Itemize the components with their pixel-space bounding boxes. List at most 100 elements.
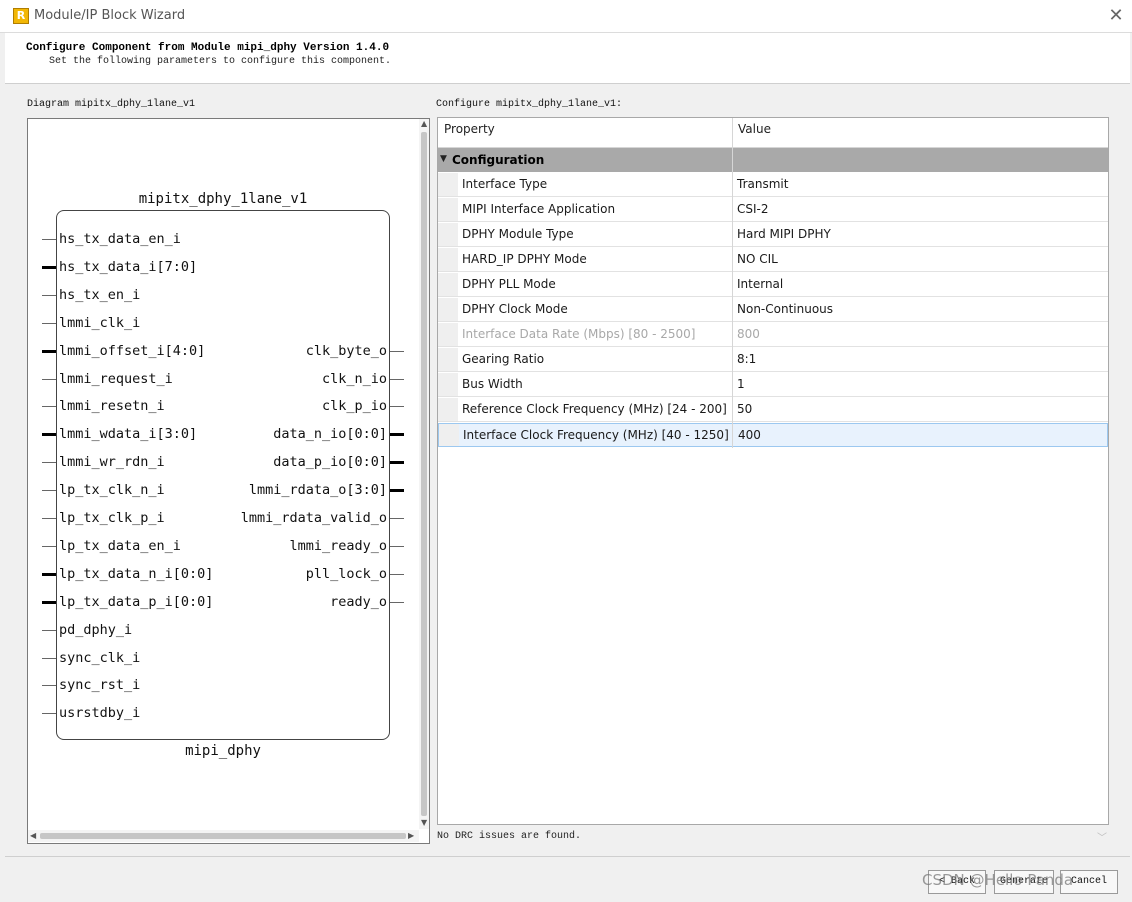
output-port-label: ready_o	[330, 593, 387, 610]
input-port-label: pd_dphy_i	[59, 621, 133, 638]
input-port-label: hs_tx_data_en_i	[59, 231, 181, 247]
drc-status: No DRC issues are found.	[437, 831, 582, 842]
chevron-down-icon[interactable]: ﹀	[1097, 829, 1107, 844]
property-value[interactable]: NO CIL	[737, 252, 778, 266]
input-port-label: lmmi_wdata_i[3:0]	[59, 426, 198, 443]
footer-divider	[5, 856, 1130, 857]
scroll-right-icon[interactable]: ▶	[408, 831, 414, 840]
property-row[interactable]: MIPI Interface Application CSI-2	[438, 198, 1108, 222]
input-port-label: lp_tx_data_p_i[0:0]	[59, 593, 214, 610]
property-row[interactable]: Reference Clock Frequency (MHz) [24 - 20…	[438, 398, 1108, 422]
output-port-label: pll_lock_o	[305, 565, 387, 582]
wizard-header: Configure Component from Module mipi_dph…	[5, 33, 1130, 84]
property-value[interactable]: 400	[738, 428, 761, 442]
port-pin-right	[390, 573, 404, 575]
port-pin-left	[42, 462, 56, 464]
property-row[interactable]: Interface Data Rate (Mbps) [80 - 2500] 80…	[438, 323, 1108, 347]
input-port-label: hs_tx_en_i	[59, 286, 141, 303]
row-gutter	[438, 223, 458, 246]
property-value[interactable]: Internal	[737, 277, 783, 291]
row-gutter	[438, 173, 458, 196]
input-port-label: lmmi_request_i	[59, 370, 173, 387]
property-row[interactable]: DPHY PLL Mode Internal	[438, 273, 1108, 297]
property-row[interactable]: Interface Clock Frequency (MHz) [40 - 12…	[438, 423, 1108, 447]
output-port-label: lmmi_rdata_o[3:0]	[248, 482, 387, 499]
property-name: Interface Data Rate (Mbps) [80 - 2500]	[462, 327, 696, 341]
configure-label: Configure mipitx_dphy_1lane_v1:	[436, 99, 623, 110]
property-row[interactable]: DPHY Clock Mode Non-Continuous	[438, 298, 1108, 322]
property-row[interactable]: Gearing Ratio 8:1	[438, 348, 1108, 372]
property-name: Interface Clock Frequency (MHz) [40 - 12…	[463, 428, 729, 442]
row-gutter	[438, 273, 458, 296]
port-pin-left	[42, 572, 56, 576]
module-name: mipi_dphy	[185, 743, 261, 759]
scroll-left-icon[interactable]: ◀	[30, 831, 36, 840]
horizontal-scroll-thumb[interactable]	[40, 833, 406, 839]
port-pin-left	[42, 265, 56, 269]
port-pin-right	[390, 545, 404, 547]
collapse-triangle-icon[interactable]: ▼	[440, 154, 447, 164]
port-pin-right	[390, 378, 404, 380]
output-port-label: data_n_io[0:0]	[273, 426, 387, 443]
column-divider[interactable]	[732, 118, 733, 448]
input-port-label: lmmi_resetn_i	[59, 398, 165, 415]
watermark: CSDN @Hello Panda	[922, 871, 1074, 889]
row-gutter	[438, 298, 458, 321]
wizard-title: Configure Component from Module mipi_dph…	[26, 42, 390, 54]
property-row[interactable]: DPHY Module Type Hard MIPI DPHY	[438, 223, 1108, 247]
property-value[interactable]: 8:1	[737, 352, 756, 366]
category-label: Configuration	[452, 153, 545, 167]
input-port-label: lmmi_clk_i	[59, 314, 141, 331]
wizard-subtitle: Set the following parameters to configur…	[49, 56, 392, 67]
port-pin-left	[42, 294, 56, 296]
property-value: 800	[737, 327, 760, 341]
input-port-label: sync_clk_i	[59, 649, 141, 666]
property-value[interactable]: Transmit	[737, 177, 788, 191]
property-value[interactable]: Non-Continuous	[737, 302, 833, 316]
port-pin-left	[42, 378, 56, 380]
scroll-down-icon[interactable]: ▼	[421, 818, 427, 827]
row-gutter	[438, 323, 458, 346]
row-gutter	[438, 398, 458, 421]
port-pin-left	[42, 629, 56, 631]
row-gutter	[438, 373, 458, 396]
diagram-label: Diagram mipitx_dphy_1lane_v1	[27, 99, 196, 110]
property-name: HARD_IP DPHY Mode	[462, 252, 587, 266]
port-pin-left	[42, 657, 56, 659]
input-port-label: lp_tx_data_n_i[0:0]	[59, 565, 214, 582]
row-gutter	[438, 348, 458, 371]
port-pin-left	[42, 239, 56, 240]
port-pin-right	[390, 518, 404, 519]
close-icon[interactable]: ✕	[1104, 4, 1128, 28]
property-value[interactable]: CSI-2	[737, 202, 769, 216]
port-pin-left	[42, 349, 56, 353]
port-pin-left	[42, 713, 56, 715]
port-pin-left	[42, 518, 56, 519]
instance-name: mipitx_dphy_1lane_v1	[138, 191, 308, 207]
vertical-scroll-thumb[interactable]	[421, 132, 427, 816]
input-port-label: lp_tx_data_en_i	[59, 537, 181, 554]
input-port-label: sync_rst_i	[59, 677, 141, 694]
port-pin-right	[390, 601, 404, 603]
app-icon: R	[13, 8, 29, 24]
property-row[interactable]: Bus Width 1	[438, 373, 1108, 397]
column-header-property[interactable]: Property	[444, 122, 495, 136]
scroll-up-icon[interactable]: ▲	[421, 119, 427, 128]
port-pin-left	[42, 600, 56, 604]
grid-header: Property Value	[438, 118, 1108, 148]
port-pin-left	[42, 433, 56, 437]
property-name: DPHY Module Type	[462, 227, 574, 241]
property-row[interactable]: HARD_IP DPHY Mode NO CIL	[438, 248, 1108, 272]
input-port-label: lmmi_wr_rdn_i	[59, 454, 165, 471]
property-name: DPHY Clock Mode	[462, 302, 568, 316]
input-port-label: hs_tx_data_i[7:0]	[59, 258, 198, 275]
property-name: DPHY PLL Mode	[462, 277, 556, 291]
port-pin-right	[390, 406, 404, 408]
property-value[interactable]: 50	[737, 402, 752, 416]
property-value[interactable]: 1	[737, 377, 745, 391]
property-row[interactable]: Interface Type Transmit	[438, 173, 1108, 197]
row-gutter	[438, 248, 458, 271]
column-header-value[interactable]: Value	[738, 122, 771, 136]
output-port-label: lmmi_ready_o	[289, 537, 387, 554]
property-value[interactable]: Hard MIPI DPHY	[737, 227, 831, 241]
